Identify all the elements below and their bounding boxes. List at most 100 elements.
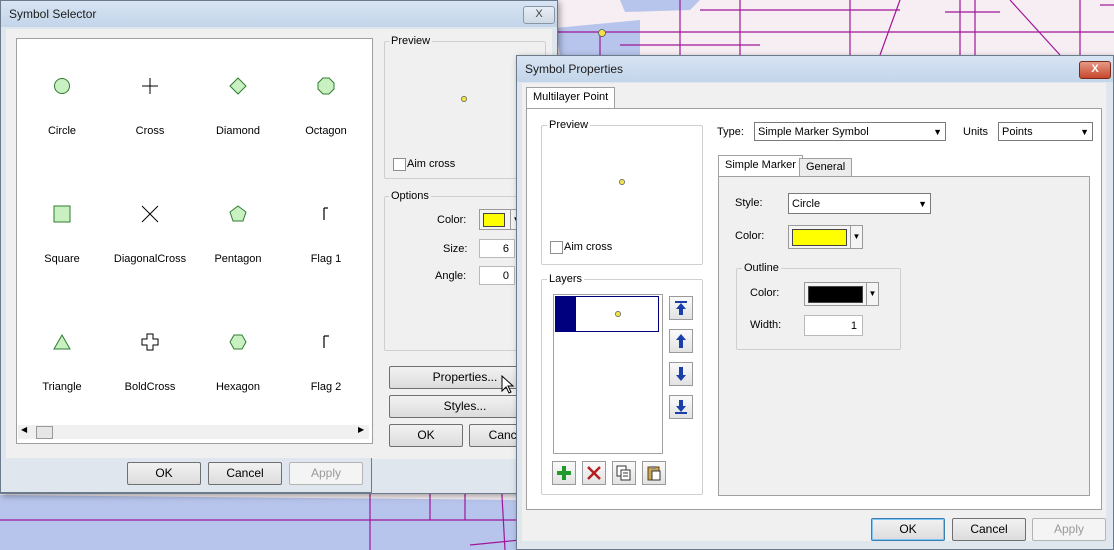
close-button[interactable]: X xyxy=(523,6,555,24)
color-swatch xyxy=(483,213,505,227)
chevron-down-icon: ▼ xyxy=(1080,127,1089,137)
cancel-button[interactable]: Cancel xyxy=(952,518,1026,541)
copy-icon xyxy=(616,465,631,481)
outline-label: Outline xyxy=(742,262,781,274)
layer-row[interactable] xyxy=(555,296,659,332)
symbol-label: Pentagon xyxy=(214,253,262,265)
size-input[interactable]: 6 xyxy=(479,239,515,258)
units-select-value: Points xyxy=(1002,126,1033,138)
type-select[interactable]: Simple Marker Symbol ▼ xyxy=(754,122,946,141)
dialog-title: Symbol Selector xyxy=(9,7,97,21)
tab-general[interactable]: General xyxy=(799,158,853,176)
symbol-label: Octagon xyxy=(305,125,347,137)
symbol-cell[interactable]: Pentagon xyxy=(194,167,282,267)
width-input[interactable]: 1 xyxy=(804,315,863,336)
close-icon: X xyxy=(1091,63,1099,75)
symbol-cell[interactable]: Cross xyxy=(106,39,194,139)
symbol-label: Diamond xyxy=(215,125,261,137)
scroll-right-icon[interactable]: ▶ xyxy=(358,425,364,434)
horizontal-scrollbar[interactable]: ◀ ▶ xyxy=(18,425,369,439)
cancel-button[interactable]: Cancel xyxy=(208,462,282,485)
preview-marker xyxy=(619,179,625,185)
outline-group xyxy=(736,268,901,350)
diagonal-cross-icon xyxy=(141,205,159,223)
remove-layer-button[interactable] xyxy=(582,461,606,485)
symbol-label: DiagonalCross xyxy=(113,253,187,265)
ok-button[interactable]: OK xyxy=(127,462,201,485)
move-bottom-icon xyxy=(675,400,687,414)
symbol-properties-dialog: Symbol Properties X Multilayer Point Pre… xyxy=(516,55,1114,550)
symbol-selector-footer: OK Cancel Apply xyxy=(0,458,372,493)
type-select-value: Simple Marker Symbol xyxy=(758,126,869,138)
aim-cross-label: Aim cross xyxy=(407,158,456,170)
tab-multilayer-point[interactable]: Multilayer Point xyxy=(526,87,616,108)
add-layer-button[interactable] xyxy=(552,461,576,485)
title-bar[interactable]: Symbol Selector X xyxy=(1,1,557,27)
units-label: Units xyxy=(963,126,989,138)
style-select[interactable]: Circle ▼ xyxy=(788,193,931,214)
outline-color-swatch xyxy=(808,286,863,303)
octagon-icon xyxy=(317,77,335,95)
arrow-down-icon xyxy=(676,367,686,381)
aim-cross-label: Aim cross xyxy=(564,241,613,253)
symbol-label: Cross xyxy=(135,125,165,137)
symbol-cell[interactable]: Flag 1 xyxy=(282,167,370,267)
outline-color-picker-button[interactable]: ▼ xyxy=(804,282,879,306)
preview-label: Preview xyxy=(547,119,591,131)
symbol-cell[interactable]: Octagon xyxy=(282,39,370,139)
symbol-label: Hexagon xyxy=(215,381,261,393)
ok-inner-button[interactable]: OK xyxy=(389,424,463,447)
move-down-button[interactable] xyxy=(669,362,693,386)
aim-cross-checkbox[interactable] xyxy=(550,241,563,254)
chevron-down-icon: ▼ xyxy=(866,283,878,305)
color-picker-button[interactable]: ▼ xyxy=(788,225,863,249)
plus-icon xyxy=(557,466,571,480)
symbol-cell[interactable]: Triangle xyxy=(18,295,106,395)
color-swatch xyxy=(792,229,847,246)
tab-simple-marker[interactable]: Simple Marker xyxy=(718,155,803,176)
preview-marker xyxy=(461,96,467,102)
move-up-button[interactable] xyxy=(669,329,693,353)
square-icon xyxy=(53,205,71,223)
symbol-label: Circle xyxy=(47,125,77,137)
ok-button[interactable]: OK xyxy=(871,518,945,541)
outline-color-label: Color: xyxy=(750,287,780,299)
color-label: Color: xyxy=(735,230,765,242)
layers-list[interactable] xyxy=(553,294,663,454)
diamond-icon xyxy=(229,77,247,95)
title-bar[interactable]: Symbol Properties X xyxy=(517,56,1113,82)
paste-layer-button[interactable] xyxy=(642,461,666,485)
width-label: Width: xyxy=(750,319,782,331)
type-label: Type: xyxy=(717,126,744,138)
scroll-thumb[interactable] xyxy=(36,426,53,439)
symbol-cell[interactable]: Hexagon xyxy=(194,295,282,395)
symbol-cell[interactable]: BoldCross xyxy=(106,295,194,395)
symbol-gallery[interactable]: Circle Cross Diamond Octagon Square DiagonalC… xyxy=(16,38,373,444)
layer-selection-bar xyxy=(556,297,576,331)
close-icon: X xyxy=(535,8,543,20)
symbol-cell[interactable]: Circle xyxy=(18,39,106,139)
delete-icon xyxy=(587,466,601,480)
apply-button[interactable]: Apply xyxy=(289,462,363,485)
style-select-value: Circle xyxy=(792,198,821,210)
chevron-down-icon: ▼ xyxy=(850,226,862,248)
pentagon-icon xyxy=(229,205,247,222)
angle-input[interactable]: 0 xyxy=(479,266,515,285)
aim-cross-checkbox[interactable] xyxy=(393,158,406,171)
move-bottom-button[interactable] xyxy=(669,395,693,419)
paste-icon xyxy=(647,466,661,481)
flag-icon xyxy=(323,207,328,220)
move-top-icon xyxy=(675,301,687,315)
units-select[interactable]: Points ▼ xyxy=(998,122,1093,141)
triangle-icon xyxy=(53,333,71,350)
symbol-label: BoldCross xyxy=(124,381,176,393)
close-button[interactable]: X xyxy=(1079,61,1111,79)
symbol-cell[interactable]: Flag 2 xyxy=(282,295,370,395)
symbol-cell[interactable]: DiagonalCross xyxy=(106,167,194,267)
move-top-button[interactable] xyxy=(669,296,693,320)
symbol-cell[interactable]: Diamond xyxy=(194,39,282,139)
symbol-cell[interactable]: Square xyxy=(18,167,106,267)
apply-button[interactable]: Apply xyxy=(1032,518,1106,541)
copy-layer-button[interactable] xyxy=(612,461,636,485)
scroll-left-icon[interactable]: ◀ xyxy=(21,425,27,434)
